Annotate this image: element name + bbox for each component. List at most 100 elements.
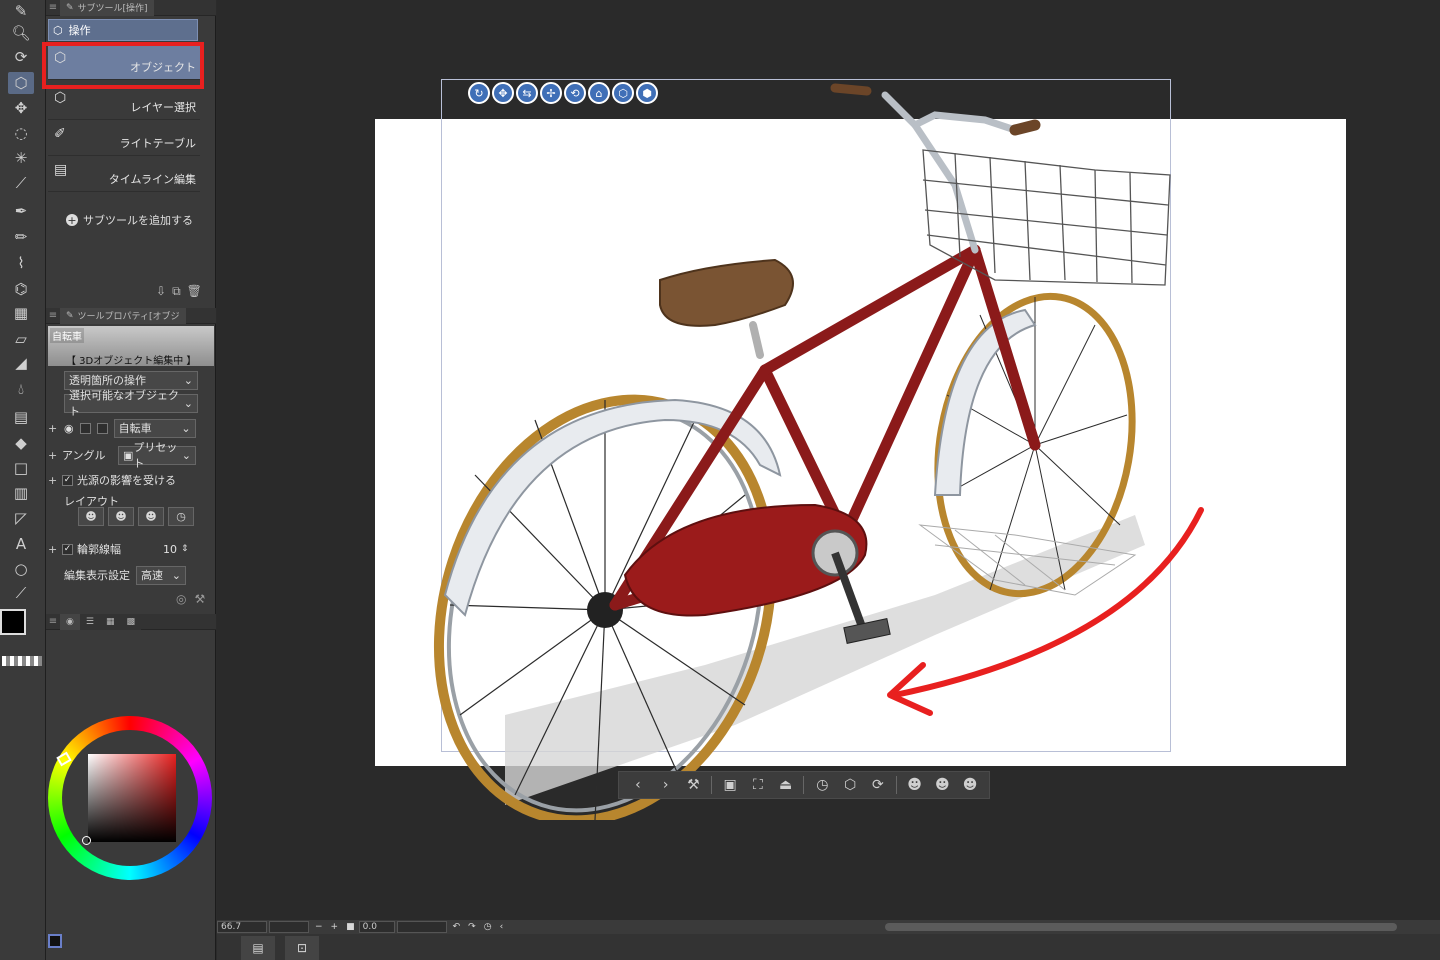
correct-line-icon[interactable]: ⟋: [8, 582, 34, 604]
mini-main-color[interactable]: [48, 934, 62, 948]
brush-icon[interactable]: ⌇: [8, 252, 34, 274]
camera-angle-icon[interactable]: ▣: [717, 774, 743, 796]
chevron-left-icon[interactable]: ‹: [625, 774, 651, 796]
rotate-right-icon[interactable]: ↷: [468, 922, 476, 932]
subtool-item-light-table[interactable]: ✐ ライトテーブル: [48, 122, 200, 156]
color-slider-tab[interactable]: ☰: [79, 613, 100, 630]
rotate-left-icon[interactable]: ↶: [453, 922, 461, 932]
menu-icon[interactable]: ≡: [46, 616, 60, 627]
horizontal-scrollbar[interactable]: [885, 923, 1397, 931]
chevron-down-icon: ⌄: [183, 373, 193, 387]
color-wheel-tab[interactable]: ◉: [60, 613, 80, 630]
main-color-swatch[interactable]: [0, 609, 26, 635]
figure-icon[interactable]: □: [8, 457, 34, 479]
chevron-right-icon[interactable]: ›: [653, 774, 679, 796]
expand-icon[interactable]: +: [48, 449, 58, 462]
zoom-icon[interactable]: 🔍︎: [8, 22, 34, 44]
stop-icon[interactable]: ■: [346, 922, 355, 932]
menu-icon[interactable]: ≡: [46, 2, 60, 13]
zoom-out-icon[interactable]: −: [315, 922, 323, 932]
pen-icon[interactable]: ✎: [8, 0, 34, 22]
hue-ring[interactable]: [48, 716, 212, 880]
subtool-group-operation[interactable]: ⬡ 操作: [48, 19, 198, 41]
reset-object-icon[interactable]: ⬡: [837, 774, 863, 796]
layout-reset-icon[interactable]: ◷: [168, 507, 194, 526]
light-icon[interactable]: ☻: [929, 774, 955, 796]
gradient-icon[interactable]: ▤: [8, 406, 34, 428]
rotation-value[interactable]: 0.0: [358, 921, 395, 933]
lasso-icon[interactable]: ◌: [8, 122, 34, 144]
animation-cel-tab-icon[interactable]: ⊡: [285, 936, 319, 960]
eye-icon[interactable]: ◉: [64, 422, 74, 435]
hue-cursor[interactable]: [56, 751, 72, 767]
balloon-icon[interactable]: ○: [8, 558, 34, 580]
chevron-down-icon: ⌄: [181, 448, 191, 462]
move-view-icon[interactable]: ⟳: [8, 46, 34, 68]
reset-rotation-icon[interactable]: ◷: [484, 922, 492, 932]
ground-icon[interactable]: ⏏: [773, 774, 799, 796]
decoration-icon[interactable]: ▦: [8, 302, 34, 324]
fit-icon[interactable]: ⛶: [745, 774, 771, 796]
subtool-tab[interactable]: ✎ サブツール[操作]: [60, 0, 154, 16]
color-set-tab[interactable]: ▦: [99, 613, 121, 630]
bicycle-3d-object[interactable]: [375, 75, 1235, 820]
wrench-icon[interactable]: ⚒: [681, 774, 707, 796]
move-layer-icon[interactable]: ✥: [8, 97, 34, 119]
outline-checkbox[interactable]: ✓: [62, 543, 73, 555]
import-icon[interactable]: ⇩: [156, 284, 166, 299]
subtool-item-layer-select[interactable]: ⬡ レイヤー選択: [48, 86, 200, 120]
expand-icon[interactable]: +: [48, 474, 58, 487]
expand-icon[interactable]: +: [48, 422, 58, 435]
scale-icon[interactable]: ☻: [957, 774, 983, 796]
subtool-item-timeline-edit[interactable]: ▤ タイムライン編集: [48, 158, 200, 192]
magic-wand-icon[interactable]: ✳: [8, 147, 34, 169]
menu-icon[interactable]: ≡: [46, 310, 60, 321]
object-preview: 自転車 【 3Dオブジェクト編集中 】: [48, 326, 214, 367]
zoom-value[interactable]: 66.7: [217, 921, 267, 933]
fill-drop-icon[interactable]: 💧︎: [8, 378, 34, 400]
pose-icon[interactable]: ☻: [902, 774, 928, 796]
selectable-dropdown[interactable]: 選択可能なオブジェクト ⌄: [64, 389, 198, 418]
add-subtool-button[interactable]: + サブツールを追加する: [66, 212, 193, 228]
pen-tool-icon[interactable]: ✒: [8, 200, 34, 222]
fill-icon[interactable]: ◆: [8, 432, 34, 454]
object-dropdown[interactable]: 自転車 ⌄: [113, 418, 196, 438]
blend-icon[interactable]: ◢: [8, 352, 34, 374]
reset-icon[interactable]: ◎: [176, 592, 186, 606]
layout-scale-icon[interactable]: ☻: [138, 507, 164, 526]
eraser-icon[interactable]: ▱: [8, 328, 34, 350]
operation-tool-icon[interactable]: ⬡: [8, 72, 34, 94]
trash-icon[interactable]: 🗑︎: [187, 284, 202, 299]
layout-light-icon[interactable]: ☻: [108, 507, 134, 526]
reset-angle-icon[interactable]: ◷: [809, 774, 835, 796]
reset-rotation-icon[interactable]: ⟳: [865, 774, 891, 796]
intermediate-color-tab[interactable]: ▩: [120, 613, 141, 630]
text-icon[interactable]: A: [8, 533, 34, 555]
object-check-a[interactable]: [79, 422, 91, 434]
highlight-box: [42, 42, 204, 89]
airbrush-icon[interactable]: ⌬: [8, 278, 34, 300]
zoom-slider[interactable]: [269, 921, 309, 933]
transparent-color-swatch[interactable]: [2, 656, 42, 666]
eyedropper-icon[interactable]: ⟋: [8, 172, 34, 194]
pencil-icon[interactable]: ✏: [8, 226, 34, 248]
preset-dropdown[interactable]: ▣ プリセット ⌄: [118, 441, 196, 470]
rotation-slider[interactable]: [396, 921, 447, 933]
expand-icon[interactable]: +: [48, 543, 58, 556]
color-cursor[interactable]: [82, 836, 91, 845]
saturation-value-square[interactable]: [88, 754, 176, 842]
collapse-icon[interactable]: ‹: [500, 922, 504, 932]
wrench-icon[interactable]: ⚒: [194, 592, 205, 606]
stepper-icon[interactable]: ⇕: [181, 544, 189, 554]
light-checkbox[interactable]: ✓: [62, 474, 73, 486]
object-check-b[interactable]: [96, 422, 108, 434]
duplicate-icon[interactable]: ⧉: [172, 284, 181, 299]
tool-property-tab[interactable]: ✎ ツールプロパティ[オブジ: [60, 307, 186, 324]
frame-icon[interactable]: ▥: [8, 482, 34, 504]
timeline-tab-icon[interactable]: ▤: [241, 936, 275, 960]
ruler-icon[interactable]: ◸: [8, 507, 34, 529]
edit-display-dropdown[interactable]: 高速 ⌄: [136, 565, 186, 585]
chevron-down-icon: ⌄: [183, 396, 193, 410]
layout-pose-icon[interactable]: ☻: [78, 507, 104, 526]
zoom-in-icon[interactable]: +: [331, 922, 339, 932]
